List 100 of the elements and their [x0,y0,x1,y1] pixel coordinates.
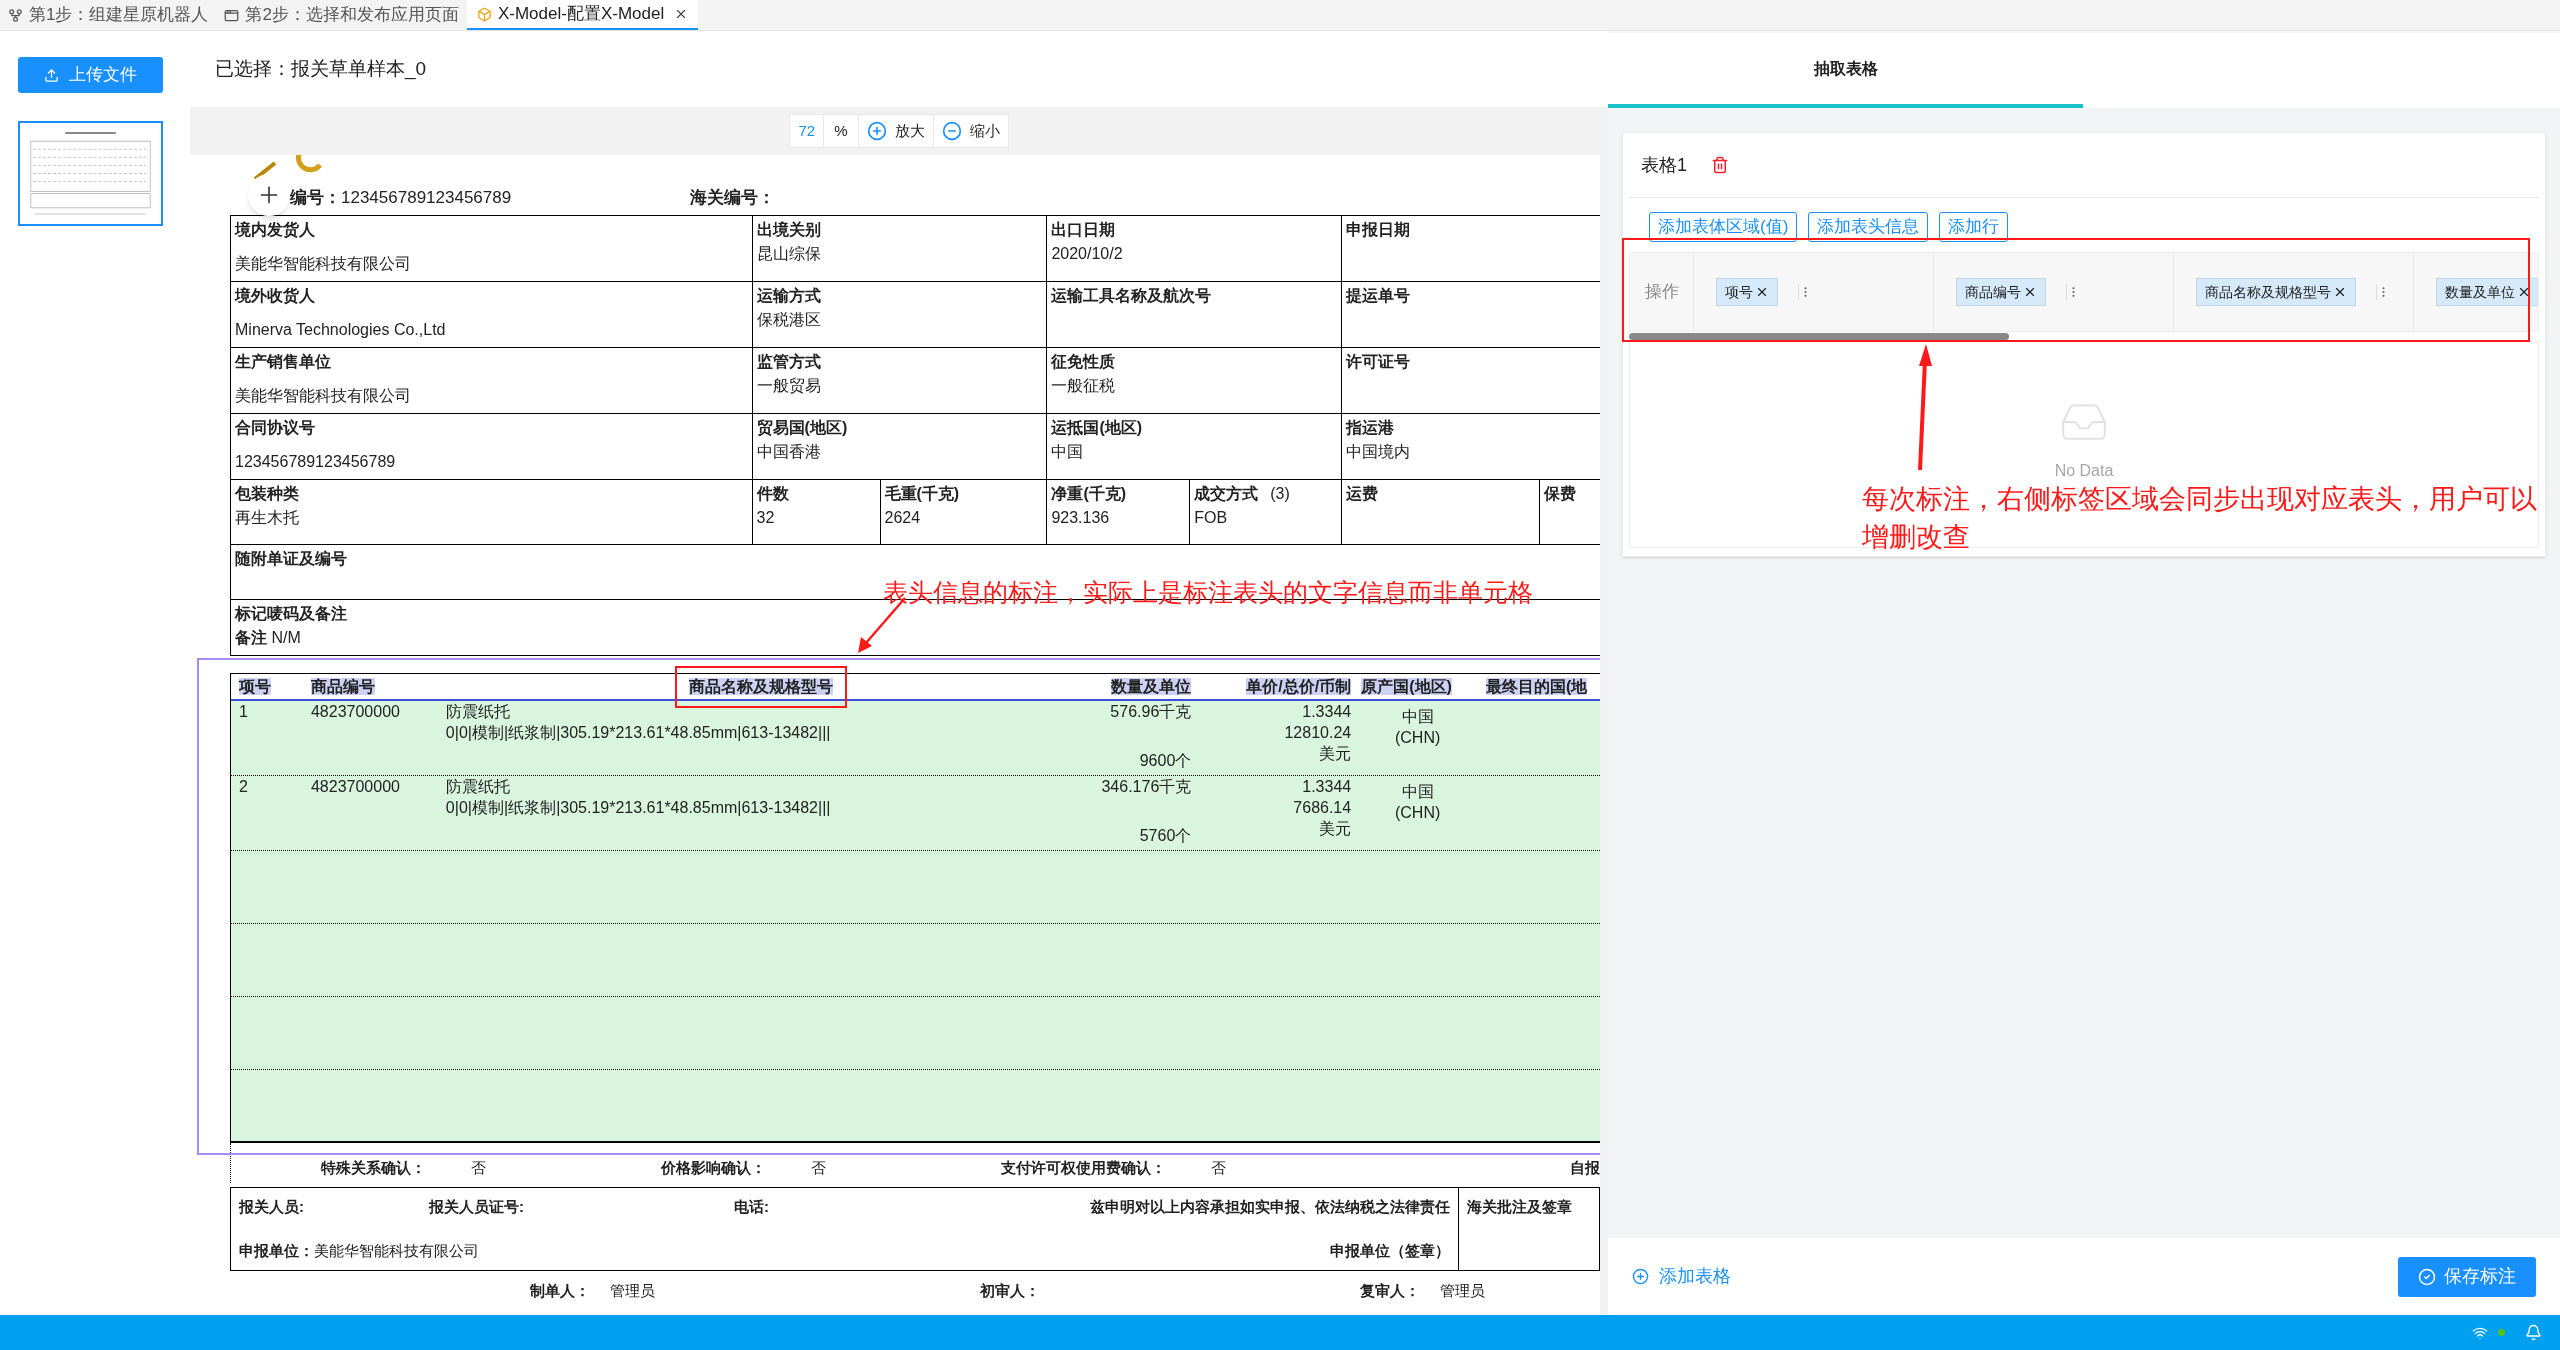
table-cell-text: 美元 [1319,819,1352,839]
table-cell-text: 1.3344 [1302,702,1352,722]
action-button[interactable]: 添加表体区域(值) [1649,212,1798,242]
scrollbar-thumb[interactable] [1629,333,2009,340]
upload-button[interactable]: 上传文件 [18,57,163,93]
table-cell: 4823700000 [310,703,400,720]
confirm-value: 否 [811,1158,826,1178]
add-icon [1632,1268,1649,1285]
selection-label: 已选择：报关草单样本_0 [215,56,427,82]
form-label: 运输方式 [756,286,821,306]
declaration-label: 海关批注及签章 [1467,1198,1572,1215]
notification-icon[interactable] [2525,1324,2542,1341]
form-label: 出境关别 [756,220,821,240]
form-value: 中国 [1051,442,1085,462]
tab[interactable]: 第2步：选择和发布应用页面 [216,0,467,30]
signature-value: 管理员 [1440,1280,1485,1301]
close-icon[interactable] [1755,285,1769,299]
card-title: 表格1 [1641,153,1687,177]
form-label: 件数 [756,484,789,504]
form-value: 备注 N/M [235,628,302,648]
form-label: 许可证号 [1346,352,1411,372]
form-label: 提运单号 [1346,286,1411,306]
form-note: (3) [1270,484,1290,504]
form-value: 2020/10/2 [1051,244,1124,264]
form-value: 923.136 [1051,508,1111,528]
declaration-value: 美能华智能科技有限公司 [314,1240,479,1261]
form-label: 标记唛码及备注 [235,604,347,624]
close-icon[interactable] [2023,285,2037,299]
table-cell-text: 0|0|模制|纸浆制|305.19*213.61*48.85mm|613-13482||| [445,723,831,743]
table-cell-text: 防震纸托 [445,702,510,722]
column-header: 数量及单位 [1110,676,1193,697]
zoom-out-icon [941,121,962,141]
column-header: 项号 [237,676,272,697]
header-tag: 数量及单位 [2436,278,2538,306]
table-cell-text: 12810.24 [1284,723,1352,743]
form-value: 昆山综保 [756,244,822,264]
add-table-button[interactable]: 添加表格 [1632,1263,1731,1290]
save-button[interactable]: 保存标注 [2398,1256,2536,1297]
table-cell: 1 [239,703,248,720]
action-button[interactable]: 添加表头信息 [1808,212,1929,242]
form-label: 保费 [1544,484,1577,504]
zoom-in-button[interactable]: 放大 [858,115,934,147]
form-value: Minerva Technologies Co.,Ltd [235,320,447,340]
table-cell-text: 中国 [1401,707,1434,727]
table-cell-text: (CHN) [1394,728,1441,748]
form-label: 监管方式 [756,352,821,372]
form-label: 净重(千克) [1051,484,1127,504]
confirm-value: 否 [1211,1158,1226,1178]
close-icon[interactable] [2333,285,2347,299]
declaration-label: 申报单位： [239,1240,314,1261]
zoom-value[interactable]: 72 [790,115,825,147]
form-label: 包装种类 [235,484,299,504]
form-label: 运输工具名称及航次号 [1051,286,1212,306]
delete-icon[interactable] [1711,156,1729,174]
table-cell-text: 346.176千克 [1101,777,1192,797]
table-cell-text: 1.3344 [1302,777,1352,797]
page-thumbnail[interactable] [18,121,163,226]
tab[interactable]: 第1步：组建星原机器人 [0,0,217,30]
signature-label: 制单人： [530,1280,590,1301]
upload-icon [44,67,59,83]
header-tag: 商品名称及规格型号 [2196,278,2356,306]
form-value: 保税港区 [756,310,822,330]
field-label: 海关编号： [690,186,775,209]
table-cell-text: 7686.14 [1293,798,1352,818]
form-label: 毛重(千克) [884,484,960,504]
declaration-label: 申报单位（签章） [1330,1240,1450,1261]
signature-label: 初审人： [980,1280,1040,1301]
annotation-note: 每次标注，右侧标签区域会同步出现对应表头，用户可以增删改查 [1862,483,2538,554]
column-header: 最终目的国(地 [1485,676,1589,697]
signature-value: 管理员 [610,1280,655,1301]
add-button[interactable] [248,174,290,216]
annotation-note: 表头信息的标注，实际上是标注表头的文字信息而非单元格 [883,577,1533,608]
confirm-label: 价格影响确认： [661,1158,766,1178]
form-value: 美能华智能科技有限公司 [235,254,412,274]
form-label: 境外收货人 [235,286,315,307]
empty-text: No Data [2054,461,2114,481]
confirm-label: 支付许可权使用费确认： [1001,1158,1166,1178]
zoom-out-button[interactable]: 缩小 [933,115,1008,147]
table-cell: 4823700000 [310,778,400,795]
confirm-label: 特殊关系确认： [321,1158,426,1178]
zoom-unit: % [824,115,859,147]
field-value: 123456789123456789 [341,186,512,209]
form-value: 123456789123456789 [235,452,397,472]
action-button[interactable]: 添加行 [1939,212,2009,242]
form-label: 指运港 [1346,418,1395,438]
form-value: 中国香港 [756,442,822,462]
form-value: 一般贸易 [756,376,822,396]
form-label: 运费 [1346,484,1379,504]
table-cell-text: 防震纸托 [445,777,510,797]
form-label: 贸易国(地区) [756,418,848,439]
form-value: 一般征税 [1051,376,1117,396]
close-icon[interactable] [2517,285,2531,299]
header-tag: 项号 [1716,278,1778,306]
declaration-label: 报关人员: [239,1197,305,1217]
form-label: 申报日期 [1346,220,1411,240]
operation-header: 操作 [1644,281,1679,304]
header-tag: 商品编号 [1956,278,2046,306]
form-value: 中国境内 [1346,442,1412,462]
tab[interactable]: X-Model-配置X-Model [466,0,699,30]
table-cell-text: 0|0|模制|纸浆制|305.19*213.61*48.85mm|613-13482||| [445,798,831,818]
